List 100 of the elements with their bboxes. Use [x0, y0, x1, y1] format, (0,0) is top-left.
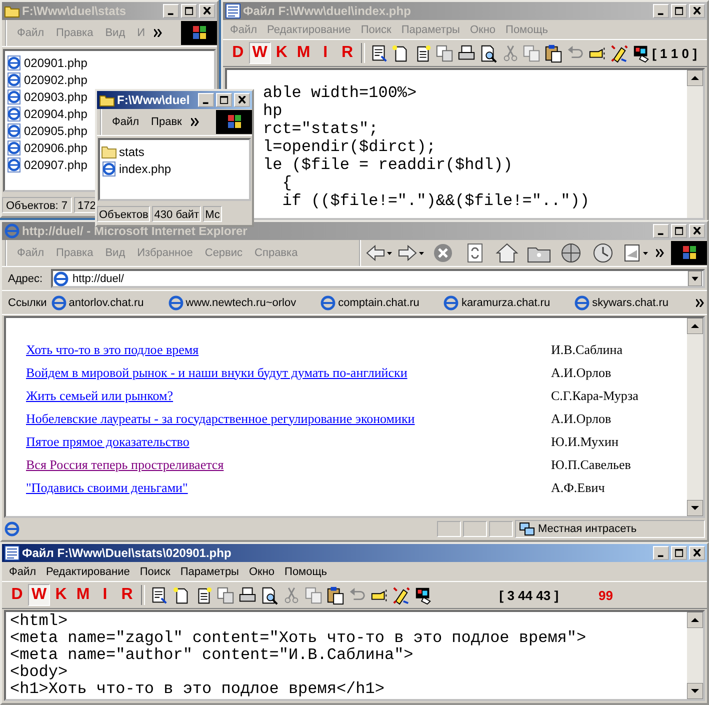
article-link[interactable]: Жить семьей или рынком? [26, 388, 551, 404]
pages-icon[interactable] [435, 44, 454, 62]
picture-icon[interactable] [632, 44, 651, 62]
minimize-button[interactable] [653, 4, 669, 18]
article-link[interactable]: Хоть что-то в это подлое время [26, 342, 551, 358]
author-name: Ю.П.Савельев [551, 456, 631, 472]
paste-icon[interactable] [544, 44, 564, 62]
folder-icon [101, 144, 117, 160]
link-button[interactable]: antorlov.chat.ru [68, 296, 144, 308]
code-line: hp [263, 102, 284, 120]
menu-item[interactable]: Параметры [175, 564, 244, 578]
link-button[interactable]: karamurza.chat.ru [461, 296, 550, 308]
close-button[interactable] [689, 224, 705, 238]
menu-item[interactable]: Помощь [280, 564, 332, 578]
close-icon [692, 227, 702, 235]
page-arrow-icon[interactable] [150, 586, 168, 604]
article-link[interactable]: Войдем в мировой рынок - и наши внуки будут думать по-английски [26, 364, 551, 380]
scroll-down-icon[interactable] [687, 500, 703, 516]
address-field[interactable]: http://duel/ [50, 269, 705, 288]
window-title: Файл F:\Www\Duel\stats\020901.php [22, 546, 232, 560]
flag-logo-icon [216, 110, 252, 134]
minimize-button[interactable] [198, 93, 214, 107]
minimize-button[interactable] [653, 546, 669, 560]
code-line: rct="stats"; [263, 120, 380, 138]
network-icon [519, 521, 535, 537]
file-name[interactable]: 020905.php [24, 124, 88, 138]
scroll-down-icon[interactable] [687, 683, 703, 699]
file-name[interactable]: 020903.php [24, 90, 88, 104]
maximize-button[interactable] [671, 4, 687, 18]
chevron-icon[interactable] [190, 118, 199, 126]
file-name[interactable]: index.php [119, 162, 172, 176]
magnifier-icon[interactable] [478, 44, 498, 62]
zone-text: Местная интрасеть [538, 522, 637, 536]
link-button[interactable]: www.newtech.ru~orlov [186, 296, 296, 308]
pages-icon[interactable] [216, 586, 234, 604]
author-name: И.В.Саблина [551, 342, 622, 358]
menu-item[interactable]: Файл [106, 115, 146, 129]
toolbar-letter-button[interactable]: W [28, 584, 50, 606]
web-page-icon [6, 156, 22, 172]
close-button[interactable] [234, 93, 250, 107]
scroll-up-icon[interactable] [687, 612, 703, 628]
printer-icon[interactable] [456, 44, 476, 62]
maximize-icon [674, 227, 684, 235]
file-name[interactable]: stats [119, 144, 144, 158]
chevron-icon[interactable] [656, 249, 664, 257]
scroll-up-icon[interactable] [687, 318, 703, 334]
counter-text: 99 [598, 588, 614, 602]
scrollbar[interactable] [687, 612, 703, 699]
maximize-button[interactable] [181, 4, 197, 18]
chevron-icon[interactable] [154, 29, 162, 37]
article-link[interactable]: "Подавись своими деньгами" [26, 480, 551, 496]
author-name: А.И.Орлов [551, 410, 612, 426]
scrollbar[interactable] [687, 70, 703, 218]
code-line: able width=100%> [263, 84, 418, 102]
close-icon [692, 549, 702, 557]
picture-icon[interactable] [414, 586, 432, 604]
file-name[interactable]: 020907.php [24, 158, 88, 172]
menu-item[interactable]: Правк [145, 115, 188, 129]
minimize-button[interactable] [653, 224, 669, 238]
menu-item[interactable]: Редактирование [41, 564, 135, 578]
web-page-icon [6, 122, 22, 138]
code-line: <html> [10, 613, 69, 630]
cursor-position: [ 1 1 0 ] [652, 46, 698, 60]
menu-item[interactable]: Окно [244, 564, 280, 578]
forward-icon[interactable] [397, 242, 425, 264]
article-link[interactable]: Вся Россия теперь простреливается [26, 456, 551, 472]
back-icon[interactable] [365, 242, 393, 264]
link-button[interactable]: comptain.chat.ru [338, 296, 420, 308]
close-button[interactable] [689, 4, 705, 18]
chevron-icon[interactable] [696, 298, 704, 306]
menu-item[interactable]: Поиск [134, 564, 176, 578]
maximize-button[interactable] [216, 93, 232, 107]
paste-icon[interactable] [326, 586, 344, 604]
dropdown-arrow-icon[interactable] [687, 271, 703, 286]
file-name[interactable]: 020902.php [24, 72, 88, 86]
menu-item[interactable]: Файл [4, 564, 42, 578]
article-link[interactable]: Пятое прямое доказательство [26, 434, 551, 450]
minimize-button[interactable] [163, 4, 179, 18]
page-arrow-icon[interactable] [370, 44, 389, 62]
file-name[interactable]: 020901.php [24, 56, 88, 70]
toolbar-letter-button[interactable]: W [248, 42, 271, 64]
status-text: Объектов [97, 206, 150, 222]
close-button[interactable] [689, 546, 705, 560]
close-button[interactable] [199, 4, 215, 18]
printer-icon[interactable] [238, 586, 256, 604]
file-name[interactable]: 020906.php [24, 140, 88, 154]
maximize-button[interactable] [671, 546, 687, 560]
link-button[interactable]: skywars.chat.ru [592, 296, 669, 308]
scroll-up-icon[interactable] [687, 70, 703, 86]
article-link[interactable]: Нобелевские лауреаты - за государственное регулирование экономики [26, 410, 551, 426]
document-icon [225, 3, 241, 19]
new-page-icon[interactable] [172, 586, 190, 604]
magnifier-icon[interactable] [260, 586, 278, 604]
code-line: <body> [10, 664, 69, 681]
status-panel [489, 521, 513, 537]
maximize-button[interactable] [671, 224, 687, 238]
status-text: 430 байт [152, 206, 202, 222]
home-icon[interactable] [493, 242, 521, 264]
file-name[interactable]: 020904.php [24, 106, 88, 120]
scrollbar[interactable] [687, 318, 703, 516]
